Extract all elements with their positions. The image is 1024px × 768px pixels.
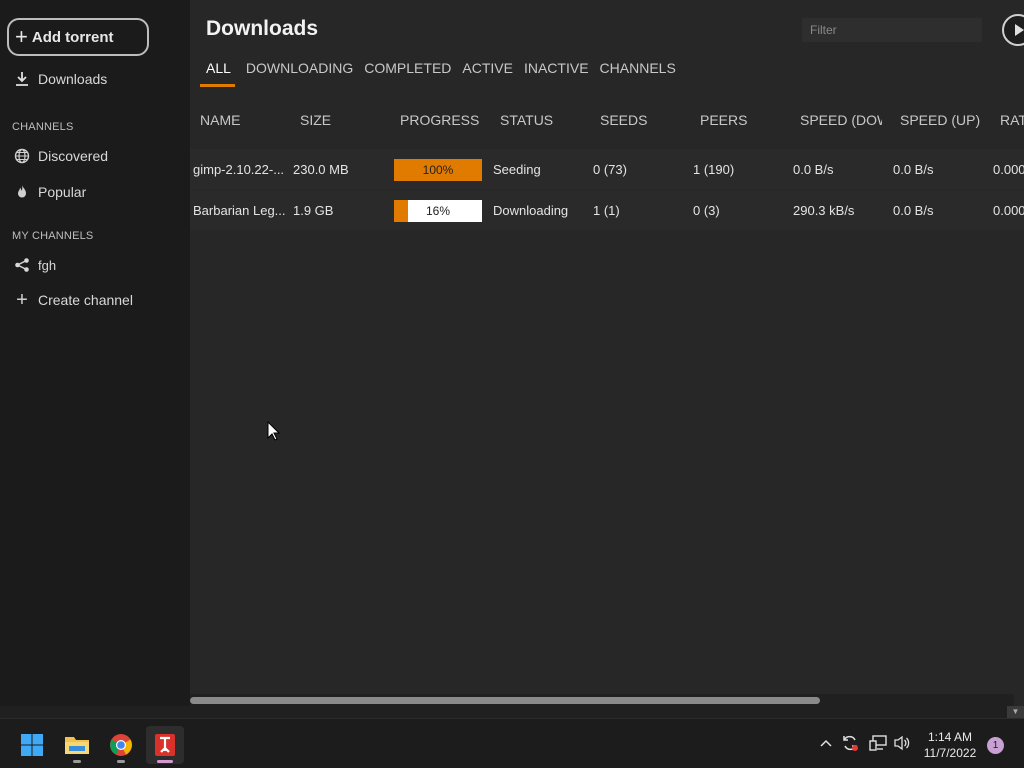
column-header-progress[interactable]: PROGRESS: [400, 112, 479, 128]
cell-speed-down: 290.3 kB/s: [793, 202, 855, 218]
windows-logo-icon: [21, 734, 43, 756]
sync-icon[interactable]: [839, 732, 861, 754]
create-channel-button[interactable]: + Create channel: [12, 288, 133, 311]
flame-icon: [12, 183, 32, 201]
filter-input[interactable]: [802, 18, 982, 42]
show-hidden-icons-chevron-up-icon[interactable]: [815, 732, 837, 754]
column-header-speed-up[interactable]: SPEED (UP): [900, 112, 980, 128]
sidebar-item-downloads[interactable]: Downloads: [12, 70, 107, 88]
progress-label: 100%: [422, 163, 454, 177]
column-header-seeds[interactable]: SEEDS: [600, 112, 647, 128]
system-clock[interactable]: 1:14 AM 11/7/2022: [918, 729, 982, 761]
channels-heading: CHANNELS: [12, 121, 74, 133]
sidebar-item-my-channel[interactable]: fgh: [12, 256, 56, 274]
create-channel-label: Create channel: [38, 292, 133, 308]
column-header-ratio[interactable]: RAT: [1000, 112, 1024, 128]
cell-ratio: 0.000: [993, 161, 1024, 177]
running-indicator: [117, 760, 125, 763]
filter-tabs: ALL DOWNLOADING COMPLETED ACTIVE INACTIV…: [200, 60, 687, 87]
cell-name: Barbarian Leg...: [193, 202, 286, 218]
share-icon: [12, 256, 32, 274]
chrome-button[interactable]: [102, 726, 140, 764]
cell-seeds: 1 (1): [593, 202, 620, 218]
mouse-cursor-icon: [267, 421, 281, 441]
progress-bar: 16%: [394, 200, 482, 222]
file-explorer-button[interactable]: [58, 726, 96, 764]
network-icon[interactable]: [867, 732, 889, 754]
cell-speed-up: 0.0 B/s: [893, 161, 934, 177]
cell-ratio: 0.000: [993, 202, 1024, 218]
running-indicator: [157, 760, 173, 763]
downloads-panel: Downloads ALL DOWNLOADING COMPLETED ACTI…: [190, 0, 1024, 706]
play-icon: [1015, 24, 1024, 36]
sidebar-item-label: fgh: [38, 257, 57, 273]
table-row[interactable]: Barbarian Leg... 1.9 GB 16% Downloading …: [190, 190, 1024, 230]
cell-size: 230.0 MB: [293, 161, 349, 177]
running-indicator: [73, 760, 81, 763]
sidebar-item-label: Downloads: [38, 71, 108, 87]
add-torrent-button[interactable]: + Add torrent: [7, 18, 149, 56]
tab-active[interactable]: ACTIVE: [462, 60, 513, 87]
cell-peers: 0 (3): [693, 202, 720, 218]
tab-inactive[interactable]: INACTIVE: [524, 60, 589, 87]
my-channels-heading: MY CHANNELS: [12, 230, 94, 242]
progress-label: 16%: [425, 204, 451, 218]
cell-peers: 1 (190): [693, 161, 735, 177]
clock-time: 1:14 AM: [927, 730, 973, 744]
cell-status: Seeding: [493, 161, 541, 177]
column-header-size[interactable]: SIZE: [300, 112, 331, 128]
notification-badge[interactable]: 1: [987, 737, 1004, 754]
column-header-peers[interactable]: PEERS: [700, 112, 747, 128]
sidebar-item-discovered[interactable]: Discovered: [12, 147, 108, 165]
tribler-icon: [155, 734, 175, 756]
column-header-name[interactable]: NAME: [200, 112, 240, 128]
progress-bar: 100%: [394, 159, 482, 181]
tab-channels[interactable]: CHANNELS: [600, 60, 676, 87]
horizontal-scrollbar-thumb[interactable]: [190, 697, 820, 704]
column-header-speed-down[interactable]: SPEED (DOW: [800, 112, 882, 128]
table-row[interactable]: gimp-2.10.22-... 230.0 MB 100% Seeding 0…: [190, 149, 1024, 189]
page-title: Downloads: [206, 17, 319, 40]
start-button[interactable]: [13, 726, 51, 764]
cell-speed-down: 0.0 B/s: [793, 161, 834, 177]
cell-name: gimp-2.10.22-...: [193, 161, 285, 177]
sidebar-item-popular[interactable]: Popular: [12, 183, 86, 201]
volume-icon[interactable]: [891, 732, 913, 754]
globe-icon: [12, 147, 32, 165]
folder-icon: [65, 737, 89, 754]
play-button[interactable]: [1002, 14, 1024, 46]
cell-seeds: 0 (73): [593, 161, 627, 177]
tab-completed[interactable]: COMPLETED: [364, 60, 451, 87]
sidebar-item-label: Popular: [38, 184, 87, 200]
column-header-status[interactable]: STATUS: [500, 112, 553, 128]
cell-size: 1.9 GB: [293, 202, 334, 218]
sidebar-item-label: Discovered: [38, 148, 109, 164]
add-torrent-label: Add torrent: [31, 28, 114, 46]
scroll-down-arrow-icon[interactable]: ▼: [1007, 706, 1024, 718]
cell-status: Downloading: [493, 202, 569, 218]
sidebar: + Add torrent Downloads CHANNELS Discove…: [0, 0, 190, 706]
chrome-icon: [110, 734, 132, 756]
cell-speed-up: 0.0 B/s: [893, 202, 934, 218]
tab-all[interactable]: ALL: [200, 60, 235, 87]
plus-icon: +: [15, 24, 28, 49]
tab-downloading[interactable]: DOWNLOADING: [246, 60, 353, 87]
plus-icon: +: [16, 288, 28, 311]
download-icon: [12, 70, 32, 88]
taskbar: 1:14 AM 11/7/2022 1: [0, 718, 1024, 768]
clock-date: 11/7/2022: [923, 746, 977, 760]
tribler-button[interactable]: [146, 726, 184, 764]
